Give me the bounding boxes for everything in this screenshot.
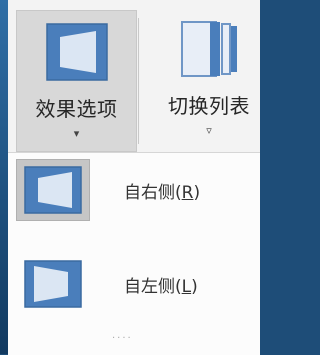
thumb-container <box>16 253 90 315</box>
ribbon-separator <box>138 18 139 144</box>
flip-from-left-icon <box>24 260 82 308</box>
switch-list-icon <box>181 21 237 77</box>
flip-from-right-icon <box>24 166 82 214</box>
resize-grip[interactable]: .... <box>112 330 133 341</box>
menu-item-from-right[interactable]: 自右侧(R) <box>16 157 256 223</box>
menu-item-label: 自右侧(R) <box>124 182 201 203</box>
effect-options-label: 效果选项 <box>35 97 118 121</box>
effect-options-icon <box>45 23 108 81</box>
effect-options-button[interactable]: 效果选项 ▾ <box>16 10 137 152</box>
switch-list-button[interactable]: 切换列表 ▿ <box>150 8 268 150</box>
effect-options-dropdown: 自右侧(R) 自左侧(L) <box>8 152 260 355</box>
switch-list-label: 切换列表 <box>168 94 250 118</box>
menu-item-label: 自左侧(L) <box>124 276 198 297</box>
chevron-down-icon: ▾ <box>73 127 80 140</box>
chevron-down-outline-icon: ▿ <box>206 124 212 137</box>
thumb-container <box>16 159 90 221</box>
menu-item-from-left[interactable]: 自左侧(L) <box>16 251 256 317</box>
ribbon-panel: 效果选项 ▾ 切换列表 ▿ <box>8 0 260 152</box>
